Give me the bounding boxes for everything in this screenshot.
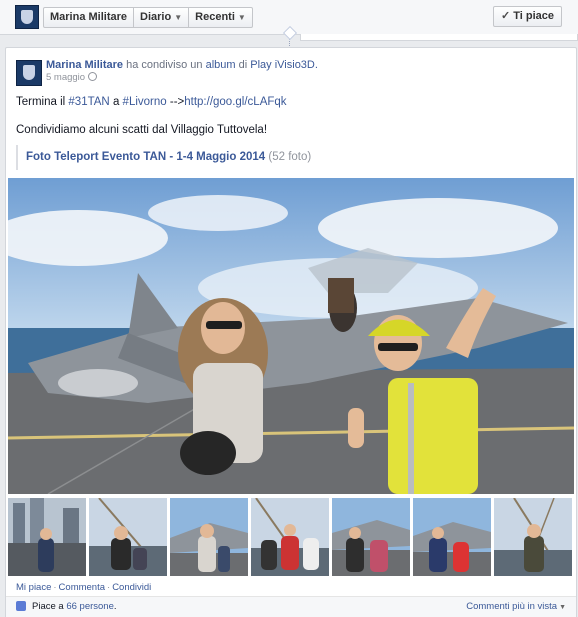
text-arrow: -->: [166, 96, 185, 108]
globe-icon: [88, 72, 98, 81]
diario-label: Diario: [140, 11, 172, 23]
comment-link[interactable]: Commenta: [59, 582, 105, 593]
crest-icon: [23, 65, 35, 80]
likes-count-link[interactable]: 66 persone: [66, 601, 114, 612]
likes-suffix: .: [113, 601, 117, 612]
thumbnail[interactable]: [89, 498, 167, 576]
post-card: Marina Militare ha condiviso un album di…: [5, 47, 577, 617]
of-text: di: [238, 59, 248, 71]
thumbnail-image: [494, 498, 572, 576]
thumbnail-image: [89, 498, 167, 576]
hashtag-link[interactable]: #Livorno: [123, 96, 167, 108]
like-page-button[interactable]: ✓ Ti piace: [493, 6, 562, 27]
thumbnail[interactable]: [494, 498, 572, 576]
like-page-label: Ti piace: [513, 10, 554, 22]
recenti-label: Recenti: [195, 11, 235, 23]
text-mid: a: [109, 96, 123, 108]
share-link[interactable]: Condividi: [112, 582, 151, 593]
main-photo[interactable]: [8, 178, 574, 494]
album-attachment: Foto Teleport Evento TAN - 1-4 Maggio 20…: [16, 145, 311, 170]
page-nav: Marina Militare Diario ▼ Recenti ▼: [43, 7, 253, 28]
page-name-button[interactable]: Marina Militare: [44, 8, 135, 27]
page-name-label: Marina Militare: [50, 11, 128, 23]
adjacent-post-edge: [300, 34, 578, 41]
thumbnail[interactable]: [8, 498, 86, 576]
post-headline: Marina Militare ha condiviso un album di…: [46, 59, 318, 71]
thumbnail-image: [413, 498, 491, 576]
photo-jet-deck: [8, 178, 574, 494]
likes-summary: Piace a 66 persone.: [32, 601, 117, 612]
crest-icon: [21, 10, 33, 24]
page-avatar[interactable]: [15, 5, 39, 29]
author-link[interactable]: Marina Militare: [46, 59, 123, 71]
thumbnail-image: [251, 498, 329, 576]
thumbnail[interactable]: [332, 498, 410, 576]
source-link[interactable]: Play iVisio3D.: [250, 59, 318, 71]
thumbnail-image: [170, 498, 248, 576]
recenti-dropdown[interactable]: Recenti ▼: [189, 8, 252, 27]
separator: ·: [107, 582, 111, 593]
thumbnail-strip: [8, 498, 574, 576]
url-link[interactable]: http://goo.gl/cLAFqk: [184, 96, 286, 108]
avatar[interactable]: [16, 60, 42, 86]
hashtag-link[interactable]: #31TAN: [68, 96, 109, 108]
thumbnail-image: [332, 498, 410, 576]
separator: ·: [53, 582, 57, 593]
comment-sort-dropdown[interactable]: Commenti più in vista ▼: [466, 601, 566, 612]
album-link[interactable]: album: [206, 59, 236, 71]
chevron-down-icon: ▼: [174, 13, 183, 22]
album-photo-count: (52 foto): [268, 151, 312, 163]
likes-bar: Piace a 66 persone. Commenti più in vist…: [6, 596, 576, 617]
diario-dropdown[interactable]: Diario ▼: [134, 8, 190, 27]
thumbs-up-icon: [16, 601, 26, 611]
likes-prefix: Piace a: [32, 601, 67, 612]
thumbnail[interactable]: [413, 498, 491, 576]
text-prefix: Termina il: [16, 96, 69, 108]
thumbnail-image: [8, 498, 86, 576]
sort-label: Commenti più in vista: [466, 601, 558, 612]
post-actions: Mi piace · Commenta · Condividi: [16, 582, 151, 593]
album-title-link[interactable]: Foto Teleport Evento TAN - 1-4 Maggio 20…: [26, 151, 265, 163]
like-link[interactable]: Mi piace: [16, 582, 51, 593]
chevron-down-icon: ▼: [237, 13, 246, 22]
post-text-line2: Condividiamo alcuni scatti dal Villaggio…: [16, 124, 268, 136]
post-meta: 5 maggio: [46, 72, 98, 83]
check-icon: ✓: [501, 10, 511, 22]
thumbnail[interactable]: [170, 498, 248, 576]
chevron-down-icon: ▼: [559, 604, 566, 611]
post-date[interactable]: 5 maggio: [46, 72, 85, 83]
post-text-line1: Termina il #31TAN a #Livorno -->http://g…: [16, 96, 287, 108]
thumbnail[interactable]: [251, 498, 329, 576]
shared-text: ha condiviso un: [126, 59, 203, 71]
